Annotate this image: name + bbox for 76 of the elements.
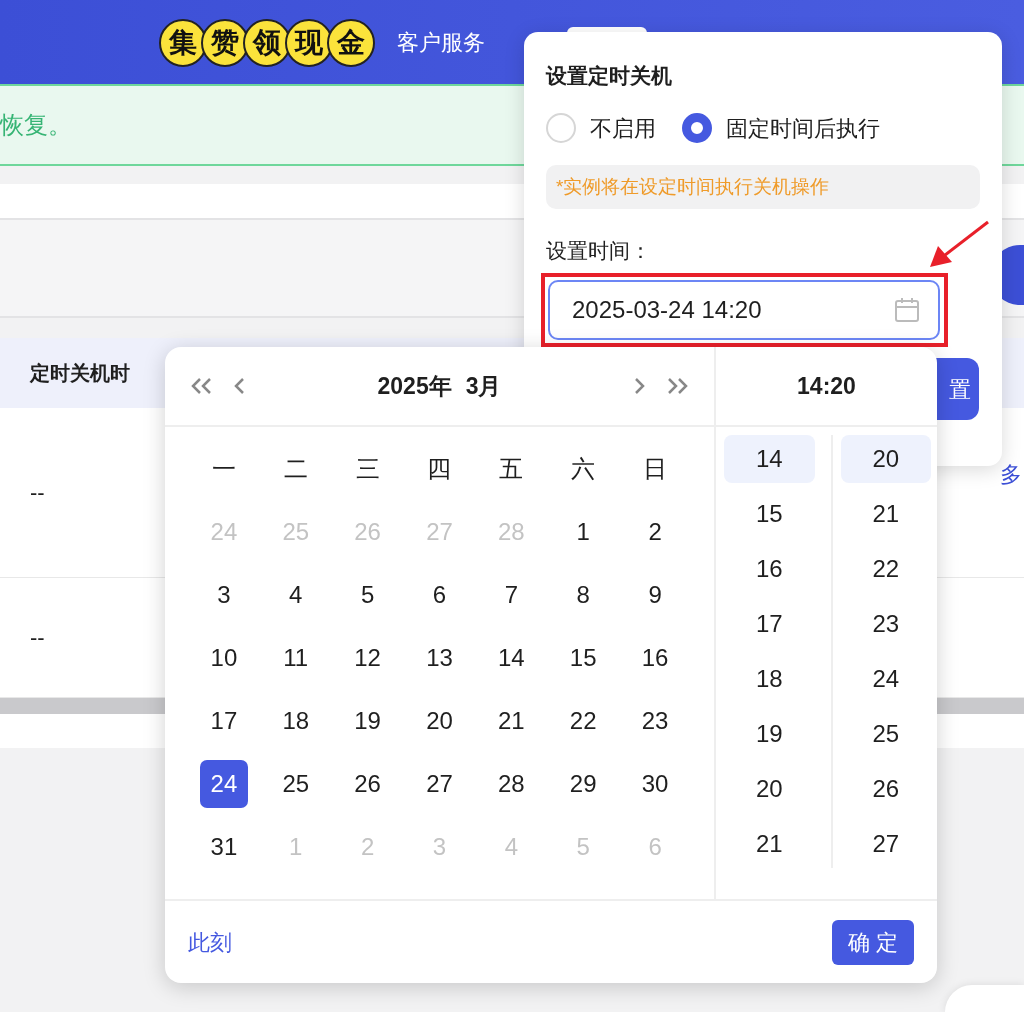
time-title: 14:20 [716, 347, 937, 427]
day-cell[interactable]: 2 [631, 508, 680, 556]
minute-option[interactable]: 22 [840, 545, 931, 593]
day-cell[interactable]: 27 [415, 760, 464, 808]
weekday-label: 一 [210, 454, 237, 484]
popover-title: 设置定时关机 [546, 63, 673, 89]
hint-note: *实例将在设定时间执行关机操作 [546, 164, 980, 209]
promo-badge[interactable]: 金 [327, 18, 375, 67]
day-cell[interactable]: 7 [487, 571, 536, 619]
day-cell[interactable]: 3 [199, 571, 248, 619]
calendar-icon [894, 296, 920, 323]
hour-option[interactable]: 14 [724, 435, 815, 483]
day-cell[interactable]: 20 [415, 697, 464, 745]
day-cell[interactable]: 17 [199, 697, 248, 745]
day-cell[interactable]: 29 [559, 760, 608, 808]
minute-option[interactable]: 23 [840, 600, 931, 648]
hour-option[interactable]: 19 [724, 710, 815, 758]
day-cell[interactable]: 23 [631, 697, 680, 745]
hour-option[interactable]: 20 [724, 765, 815, 813]
minute-option[interactable]: 21 [840, 490, 931, 538]
next-month-button[interactable] [632, 376, 646, 396]
day-cell[interactable]: 21 [487, 697, 536, 745]
day-cell[interactable]: 13 [415, 634, 464, 682]
year-label[interactable]: 2025年 [377, 368, 452, 404]
hour-option[interactable]: 21 [724, 820, 815, 868]
minute-option[interactable]: 26 [840, 765, 931, 813]
day-cell[interactable]: 11 [271, 634, 320, 682]
day-cell[interactable]: 30 [631, 760, 680, 808]
column-header: 定时关机时 [30, 361, 130, 386]
now-link[interactable]: 此刻 [188, 925, 232, 959]
weekday-label: 二 [282, 454, 309, 484]
minute-option[interactable]: 20 [840, 435, 931, 483]
radio-option[interactable]: 不启用 [546, 111, 656, 145]
day-cell[interactable]: 8 [559, 571, 608, 619]
table-cell-text: -- [30, 624, 45, 652]
radio-icon[interactable] [682, 113, 712, 143]
day-cell[interactable]: 15 [559, 634, 608, 682]
alert-text: 恢复。 [0, 110, 72, 140]
month-label[interactable]: 3月 [465, 368, 502, 404]
day-cell[interactable]: 22 [559, 697, 608, 745]
minute-option[interactable]: 27 [840, 820, 931, 868]
day-cell[interactable]: 12 [343, 634, 392, 682]
prev-month-button[interactable] [233, 376, 247, 396]
service-link[interactable]: 客户服务 [397, 26, 485, 59]
day-cell[interactable]: 5 [343, 571, 392, 619]
table-cell-text: -- [30, 479, 45, 507]
hour-option[interactable]: 16 [724, 545, 815, 593]
hour-option[interactable]: 15 [724, 490, 815, 538]
day-cell[interactable]: 16 [631, 634, 680, 682]
day-cell[interactable]: 25 [271, 760, 320, 808]
day-cell[interactable]: 4 [271, 571, 320, 619]
weekday-label: 四 [426, 454, 453, 484]
day-cell[interactable]: 28 [487, 760, 536, 808]
day-cell[interactable]: 26 [343, 760, 392, 808]
weekday-label: 六 [570, 454, 597, 484]
day-cell[interactable]: 6 [415, 571, 464, 619]
more-link[interactable]: 多 [1000, 458, 1022, 491]
datetime-field[interactable]: 2025-03-24 14:20 [548, 279, 940, 340]
ok-button[interactable]: 确 定 [831, 919, 914, 965]
day-cell[interactable]: 24 [199, 760, 248, 808]
day-cell[interactable]: 10 [199, 634, 248, 682]
day-cell[interactable]: 19 [343, 697, 392, 745]
minute-option[interactable]: 25 [840, 710, 931, 758]
hour-option[interactable]: 17 [724, 600, 815, 648]
radio-option[interactable]: 固定时间后执行 [682, 111, 880, 145]
weekday-label: 五 [498, 454, 525, 484]
weekday-label: 三 [354, 454, 381, 484]
weekday-label: 日 [642, 454, 669, 484]
hour-option[interactable]: 18 [724, 655, 815, 703]
minute-option[interactable]: 24 [840, 655, 931, 703]
day-cell[interactable]: 14 [487, 634, 536, 682]
day-cell[interactable]: 9 [631, 571, 680, 619]
day-cell[interactable]: 1 [559, 508, 608, 556]
field-label: 设置时间： [546, 238, 651, 264]
day-cell[interactable]: 31 [199, 823, 248, 871]
day-cell[interactable]: 18 [271, 697, 320, 745]
